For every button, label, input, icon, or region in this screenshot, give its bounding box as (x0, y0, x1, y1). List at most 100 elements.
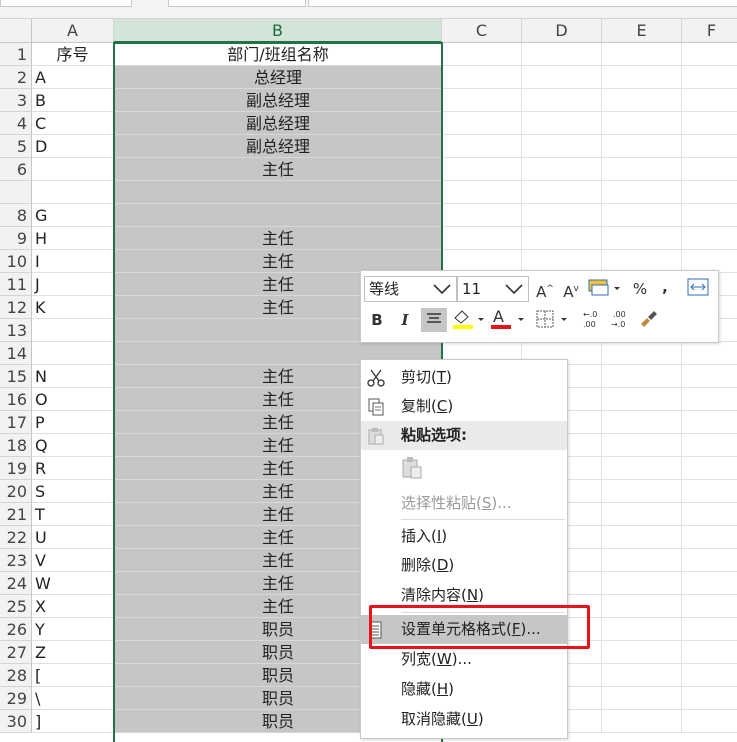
cell-empty[interactable] (522, 66, 602, 89)
cell-seq[interactable]: J (32, 273, 114, 296)
cell-empty[interactable] (442, 43, 522, 66)
cell-empty[interactable] (442, 204, 522, 227)
cell-seq[interactable]: Y (32, 618, 114, 641)
cell-empty[interactable] (522, 43, 602, 66)
cell-seq[interactable]: A (32, 66, 114, 89)
font-size-combo[interactable]: 11 (457, 276, 529, 302)
shrink-font-button[interactable]: Av (561, 277, 581, 301)
row-header[interactable]: 22 (0, 526, 32, 549)
cell-empty[interactable] (602, 434, 682, 457)
cell-seq[interactable] (32, 158, 114, 181)
cell-empty[interactable] (602, 641, 682, 664)
cell-empty[interactable] (602, 687, 682, 710)
paste-option-default[interactable] (361, 454, 567, 484)
column-header-d[interactable]: D (522, 19, 602, 43)
cell-empty[interactable] (602, 43, 682, 66)
cell-empty[interactable] (682, 641, 737, 664)
cell-empty[interactable] (682, 572, 737, 595)
cell-empty[interactable] (522, 135, 602, 158)
cell-empty[interactable] (682, 595, 737, 618)
function-area[interactable] (168, 0, 306, 7)
percent-style-button[interactable]: % (629, 277, 651, 301)
row-header[interactable]: 9 (0, 227, 32, 250)
cell-empty[interactable] (682, 112, 737, 135)
cell-empty[interactable] (682, 43, 737, 66)
menu-item-unhide[interactable]: 取消隐藏(U) (361, 705, 567, 734)
cell-seq[interactable]: G (32, 204, 114, 227)
menu-item-paste-special[interactable]: 选择性粘贴(S)... (361, 489, 567, 518)
cell-empty[interactable] (602, 710, 682, 733)
cell-empty[interactable] (442, 89, 522, 112)
column-header-c[interactable]: C (442, 19, 522, 43)
fill-color-button[interactable] (451, 308, 485, 332)
currency-format-button[interactable] (587, 277, 623, 301)
cell-seq[interactable]: R (32, 457, 114, 480)
cell-empty[interactable] (602, 480, 682, 503)
cell-empty[interactable] (602, 112, 682, 135)
row-header[interactable]: 27 (0, 641, 32, 664)
row-header[interactable]: 26 (0, 618, 32, 641)
cell-empty[interactable] (602, 595, 682, 618)
row-header[interactable]: 16 (0, 388, 32, 411)
cell-empty[interactable] (602, 181, 682, 204)
row-header[interactable]: 28 (0, 664, 32, 687)
font-color-button[interactable]: A (489, 307, 525, 332)
row-header[interactable]: 14 (0, 342, 32, 365)
decrease-decimal-button[interactable]: .00 →.0 (609, 308, 633, 332)
column-header-a[interactable]: A (32, 19, 114, 43)
cell-empty[interactable] (682, 158, 737, 181)
column-header-b[interactable]: B (114, 19, 442, 43)
column-header-e[interactable]: E (602, 19, 682, 43)
cell-empty[interactable] (602, 411, 682, 434)
row-header[interactable]: 17 (0, 411, 32, 434)
cell-seq[interactable]: C (32, 112, 114, 135)
cell-empty[interactable] (682, 66, 737, 89)
cell-empty[interactable] (682, 227, 737, 250)
row-header[interactable]: 19 (0, 457, 32, 480)
cell-seq[interactable]: ] (32, 710, 114, 733)
row-header[interactable]: 18 (0, 434, 32, 457)
menu-item-copy[interactable]: 复制(C) (361, 392, 567, 421)
cell-empty[interactable] (682, 411, 737, 434)
cell-empty[interactable] (442, 158, 522, 181)
cell-seq[interactable]: [ (32, 664, 114, 687)
row-header[interactable]: 10 (0, 250, 32, 273)
cell-empty[interactable] (522, 227, 602, 250)
cell-empty[interactable] (442, 135, 522, 158)
grow-font-button[interactable]: A^ (535, 277, 555, 301)
cell-seq[interactable]: I (32, 250, 114, 273)
cell-empty[interactable] (602, 618, 682, 641)
cell-empty[interactable] (682, 434, 737, 457)
center-align-button[interactable] (421, 308, 447, 332)
row-header[interactable]: 25 (0, 595, 32, 618)
menu-item-hide[interactable]: 隐藏(H) (361, 675, 567, 704)
cell-seq[interactable]: H (32, 227, 114, 250)
row-header[interactable]: 3 (0, 89, 32, 112)
cell-empty[interactable] (602, 664, 682, 687)
cell-empty[interactable] (522, 181, 602, 204)
cell-seq[interactable] (32, 181, 114, 204)
cell-empty[interactable] (682, 710, 737, 733)
menu-item-format-cells[interactable]: 设置单元格格式(F)... (361, 615, 567, 644)
menu-item-cut[interactable]: 剪切(T) (361, 363, 567, 392)
cell-empty[interactable] (602, 204, 682, 227)
cell-empty[interactable] (442, 227, 522, 250)
italic-button[interactable]: I (395, 308, 415, 332)
cell-seq[interactable]: T (32, 503, 114, 526)
increase-decimal-button[interactable]: ←.0.00 (579, 308, 603, 332)
cell-empty[interactable] (682, 687, 737, 710)
cell-empty[interactable] (682, 342, 737, 365)
cell-empty[interactable] (682, 480, 737, 503)
cell-empty[interactable] (602, 89, 682, 112)
bold-button[interactable]: B (367, 308, 387, 332)
row-header[interactable]: 29 (0, 687, 32, 710)
row-header[interactable]: 23 (0, 549, 32, 572)
cell-empty[interactable] (602, 365, 682, 388)
cell-empty[interactable] (442, 181, 522, 204)
menu-item-clear-contents[interactable]: 清除内容(N) (361, 581, 567, 610)
row-header[interactable]: 4 (0, 112, 32, 135)
cell-empty[interactable] (442, 112, 522, 135)
cell-seq[interactable]: S (32, 480, 114, 503)
cell-empty[interactable] (682, 503, 737, 526)
name-box[interactable] (0, 0, 132, 7)
